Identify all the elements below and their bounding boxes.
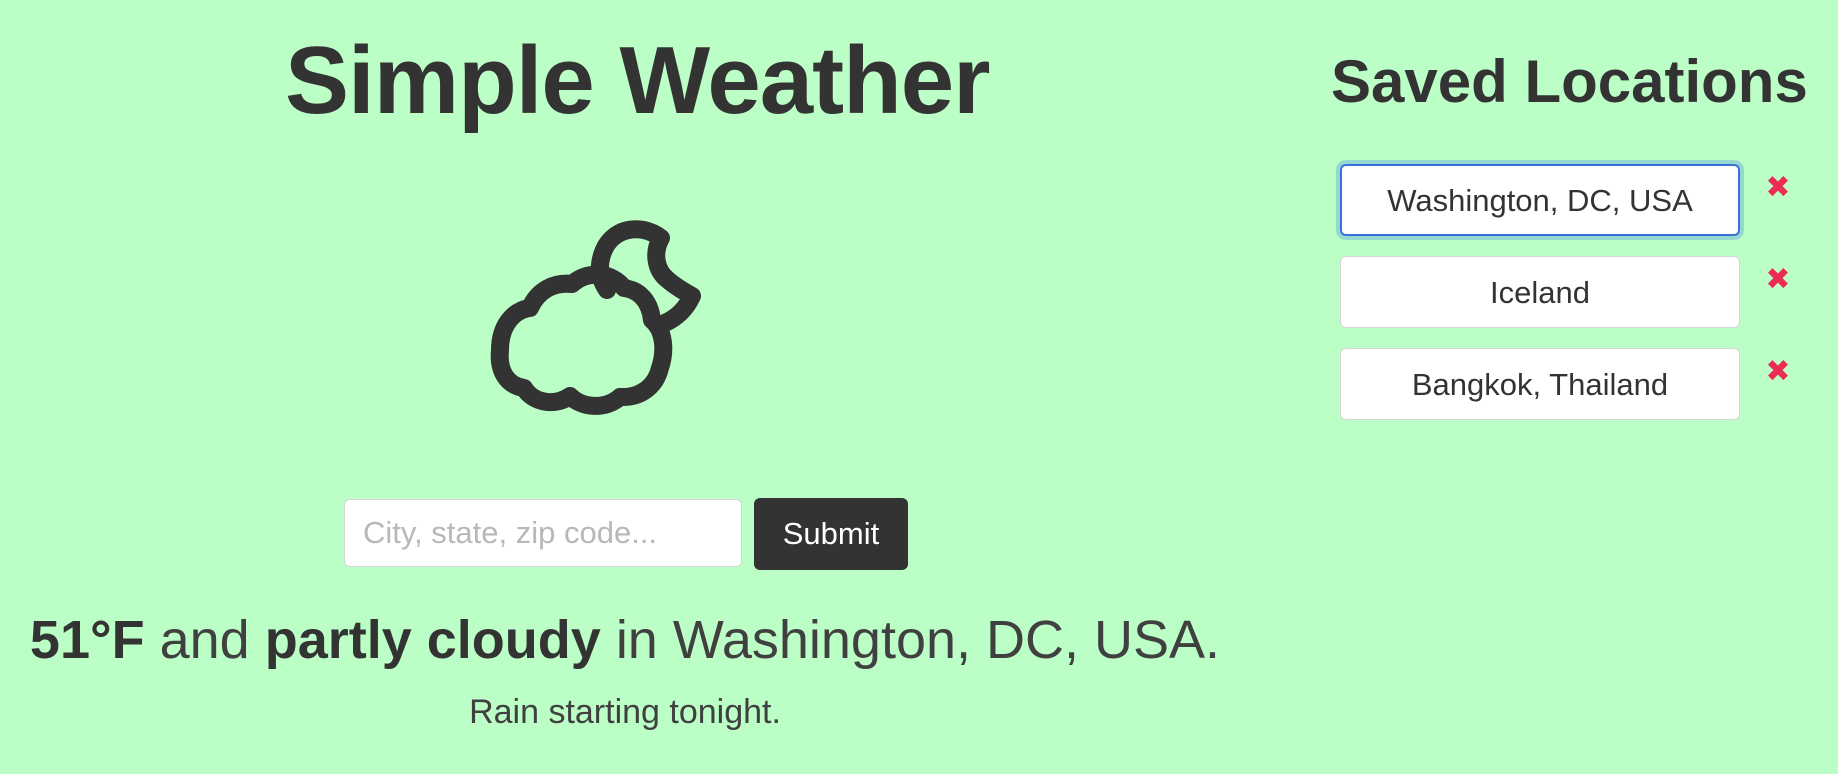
saved-location-bangkok[interactable]: Bangkok, Thailand	[1340, 348, 1740, 420]
saved-locations-list: Washington, DC, USA ✖ Iceland ✖ Bangkok,…	[1340, 164, 1810, 440]
saved-location-iceland[interactable]: Iceland	[1340, 256, 1740, 328]
saved-location-item: Bangkok, Thailand ✖	[1340, 348, 1810, 420]
close-icon[interactable]: ✖	[1760, 354, 1796, 390]
saved-locations-title: Saved Locations	[1331, 48, 1808, 115]
search-input[interactable]	[344, 499, 742, 567]
page-title: Simple Weather	[285, 27, 990, 134]
weather-summary: 51°F and partly cloudy in Washington, DC…	[0, 608, 1250, 672]
current-location: Washington, DC, USA.	[672, 610, 1221, 670]
condition: partly cloudy	[264, 610, 601, 670]
forecast-note: Rain starting tonight.	[469, 693, 781, 731]
saved-location-item: Washington, DC, USA ✖	[1340, 164, 1810, 236]
weather-app: Simple Weather Submit 51°F and partly cl…	[0, 0, 1838, 774]
temperature: 51°F	[29, 610, 145, 670]
submit-button[interactable]: Submit	[754, 498, 908, 570]
saved-location-item: Iceland ✖	[1340, 256, 1810, 328]
close-icon[interactable]: ✖	[1760, 262, 1796, 298]
saved-location-washington[interactable]: Washington, DC, USA	[1340, 164, 1740, 236]
partly-cloudy-night-icon	[490, 220, 701, 415]
close-icon[interactable]: ✖	[1760, 170, 1796, 206]
connector-in: in	[615, 610, 658, 670]
connector-and: and	[159, 610, 250, 670]
